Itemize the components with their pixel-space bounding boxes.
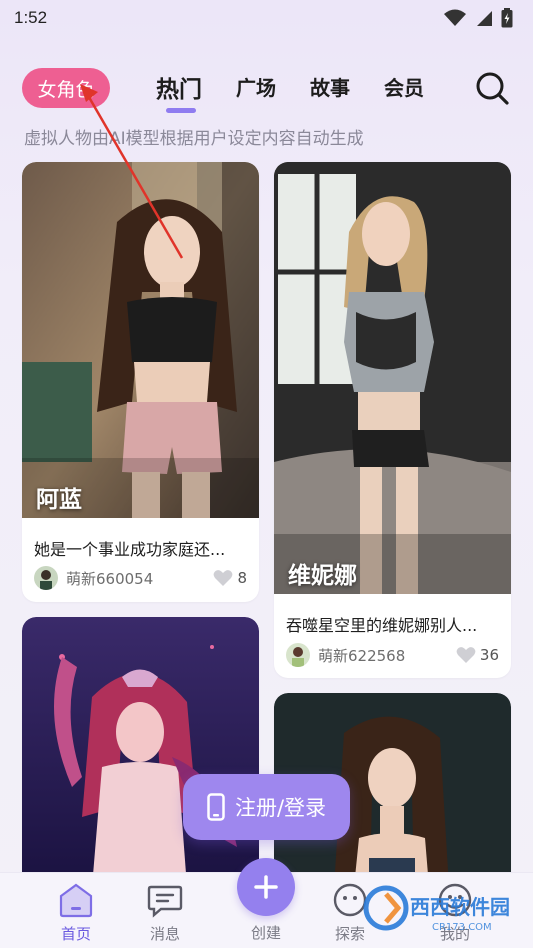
- character-card[interactable]: [22, 617, 259, 887]
- tab-indicator: [166, 108, 196, 113]
- tab-square[interactable]: 广场: [236, 72, 276, 101]
- battery-icon: [501, 8, 513, 28]
- nav-label-explore: 探索: [334, 925, 365, 943]
- nav-label-create: 创建: [251, 924, 282, 942]
- plus-icon: [254, 875, 278, 899]
- heart-icon: [456, 647, 476, 663]
- card-meta: 萌新622568 36: [286, 642, 499, 668]
- search-icon[interactable]: [474, 70, 510, 106]
- page-subtitle: 虚拟人物由AI模型根据用户设定内容自动生成: [24, 129, 364, 149]
- like-count[interactable]: 36: [456, 646, 499, 664]
- status-time: 1:52: [14, 8, 48, 27]
- nav-label-home: 首页: [60, 925, 91, 943]
- character-name: 阿蓝: [36, 487, 82, 513]
- svg-text:西西软件园: 西西软件园: [410, 895, 510, 919]
- character-image: [22, 617, 259, 887]
- avatar: [34, 566, 58, 590]
- character-image: [22, 162, 259, 518]
- like-count-value: 8: [237, 569, 247, 587]
- nav-label-messages: 消息: [149, 925, 180, 943]
- home-icon: [59, 883, 93, 918]
- heart-icon: [214, 570, 233, 586]
- wifi-icon: [444, 9, 466, 26]
- character-name: 维妮娜: [288, 563, 357, 589]
- tab-member[interactable]: 会员: [384, 72, 424, 101]
- status-icons: [443, 8, 513, 28]
- female-role-filter[interactable]: 女角色: [22, 68, 110, 108]
- author-name: 萌新622568: [318, 646, 406, 665]
- character-card[interactable]: 阿蓝 她是一个事业成功家庭还... 萌新660054 8: [22, 162, 259, 602]
- character-image: [274, 162, 511, 594]
- nav-item-messages[interactable]: 消息: [125, 873, 205, 948]
- character-description: 吞噬星空里的维妮娜别人...: [286, 616, 478, 635]
- tab-hot[interactable]: 热门: [156, 70, 202, 104]
- nav-item-home[interactable]: 首页: [36, 873, 116, 948]
- register-login-label: 注册/登录: [234, 796, 327, 820]
- register-login-button[interactable]: 注册/登录: [183, 774, 350, 840]
- like-count-value: 36: [479, 646, 499, 664]
- avatar: [286, 643, 310, 667]
- create-button[interactable]: [237, 858, 295, 916]
- character-description: 她是一个事业成功家庭还...: [34, 540, 226, 559]
- phone-icon: [207, 793, 225, 821]
- tab-story[interactable]: 故事: [310, 72, 350, 101]
- author-name: 萌新660054: [66, 569, 154, 588]
- character-card[interactable]: 维妮娜 吞噬星空里的维妮娜别人... 萌新622568 36: [274, 162, 511, 678]
- svg-text:CR173.COM: CR173.COM: [432, 922, 492, 933]
- top-nav: 女角色 热门 广场 故事 会员: [0, 64, 533, 114]
- card-meta: 萌新660054 8: [34, 565, 247, 591]
- message-icon: [147, 885, 183, 918]
- status-bar: 1:52: [0, 0, 533, 36]
- like-count[interactable]: 8: [213, 569, 247, 587]
- watermark-logo: 西西软件园 CR173.COM: [362, 880, 522, 936]
- signal-icon: [477, 11, 492, 26]
